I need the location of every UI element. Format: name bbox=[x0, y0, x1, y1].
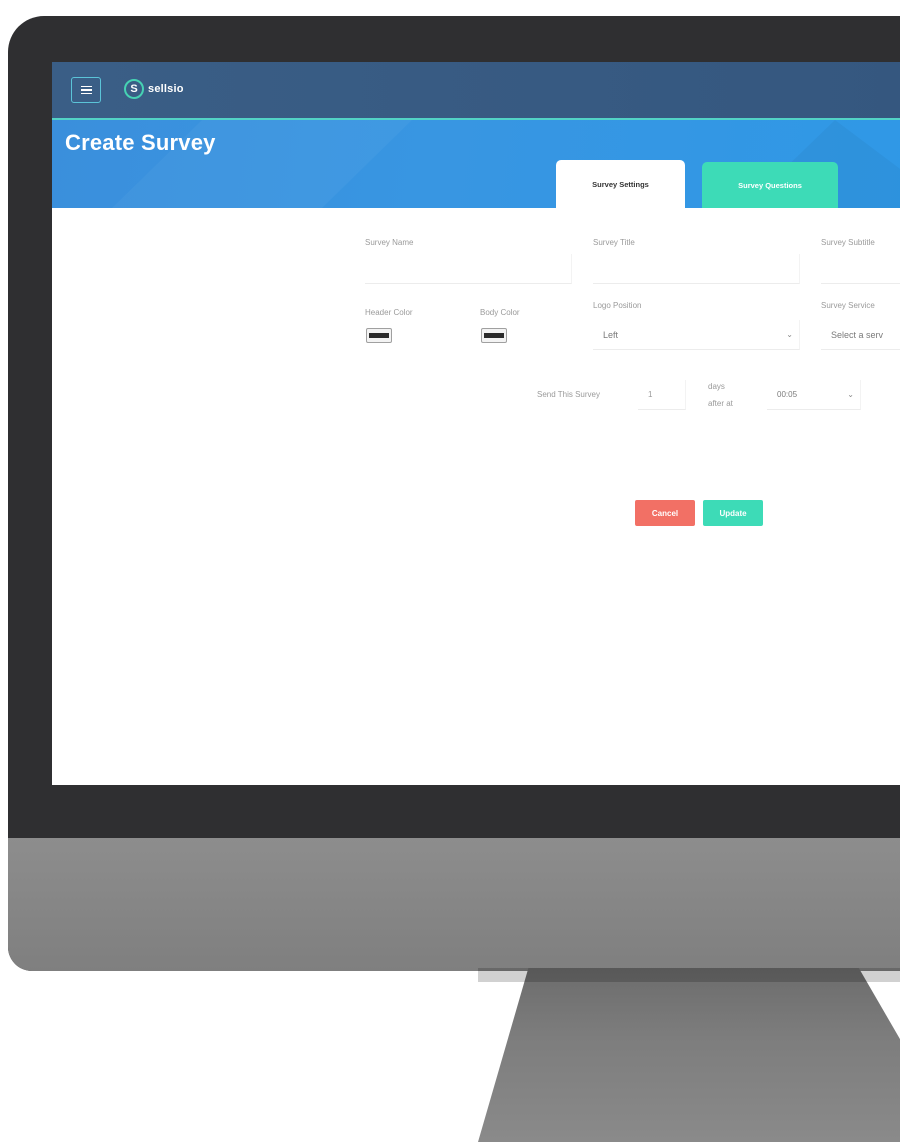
survey-subtitle-label: Survey Subtitle bbox=[821, 238, 875, 247]
stand-shadow bbox=[478, 968, 900, 982]
survey-title-input[interactable] bbox=[593, 254, 800, 284]
cancel-button[interactable]: Cancel bbox=[635, 500, 695, 526]
send-survey-label: Send This Survey bbox=[537, 390, 600, 399]
time-select[interactable]: 00:05 ⌄ bbox=[767, 380, 861, 410]
chevron-down-icon: ⌄ bbox=[847, 390, 854, 399]
brand-logo[interactable]: S sellsio bbox=[124, 79, 184, 99]
sellsio-logo-icon: S bbox=[124, 79, 144, 99]
survey-service-label: Survey Service bbox=[821, 301, 875, 310]
tab-survey-settings[interactable]: Survey Settings bbox=[556, 160, 685, 208]
logo-position-value: Left bbox=[603, 329, 619, 340]
after-at-label: after at bbox=[708, 399, 733, 408]
header-color-swatch bbox=[369, 333, 389, 338]
body-color-label: Body Color bbox=[480, 308, 520, 317]
survey-service-value: Select a serv bbox=[831, 329, 884, 340]
body-color-picker[interactable] bbox=[481, 328, 507, 343]
page-header-banner: Create Survey Survey Settings Survey Que… bbox=[52, 120, 900, 208]
header-color-label: Header Color bbox=[365, 308, 413, 317]
logo-position-label: Logo Position bbox=[593, 301, 642, 310]
time-value: 00:05 bbox=[777, 390, 798, 399]
survey-service-select[interactable]: Select a serv bbox=[821, 320, 900, 350]
survey-name-label: Survey Name bbox=[365, 238, 414, 247]
monitor-chin bbox=[8, 838, 900, 971]
survey-title-label: Survey Title bbox=[593, 238, 635, 247]
update-button[interactable]: Update bbox=[703, 500, 763, 526]
survey-subtitle-input[interactable] bbox=[821, 254, 900, 284]
body-color-swatch bbox=[484, 333, 504, 338]
brand-name: sellsio bbox=[148, 83, 184, 95]
chevron-down-icon: ⌄ bbox=[786, 330, 793, 339]
desktop-scene: S sellsio Create Survey Survey Settings … bbox=[0, 0, 900, 1142]
hamburger-menu-icon bbox=[80, 85, 92, 95]
days-label: days bbox=[708, 382, 725, 391]
page-title: Create Survey bbox=[65, 130, 216, 155]
menu-toggle-button[interactable] bbox=[71, 77, 101, 103]
survey-name-input[interactable] bbox=[365, 254, 572, 284]
logo-position-select[interactable]: Left ⌄ bbox=[593, 320, 800, 350]
days-input[interactable]: 1 bbox=[638, 380, 686, 410]
header-color-picker[interactable] bbox=[366, 328, 392, 343]
monitor-screen: S sellsio Create Survey Survey Settings … bbox=[52, 62, 900, 785]
monitor-stand bbox=[478, 968, 900, 1142]
tab-survey-questions[interactable]: Survey Questions bbox=[702, 162, 838, 208]
top-navbar: S sellsio bbox=[52, 62, 900, 120]
